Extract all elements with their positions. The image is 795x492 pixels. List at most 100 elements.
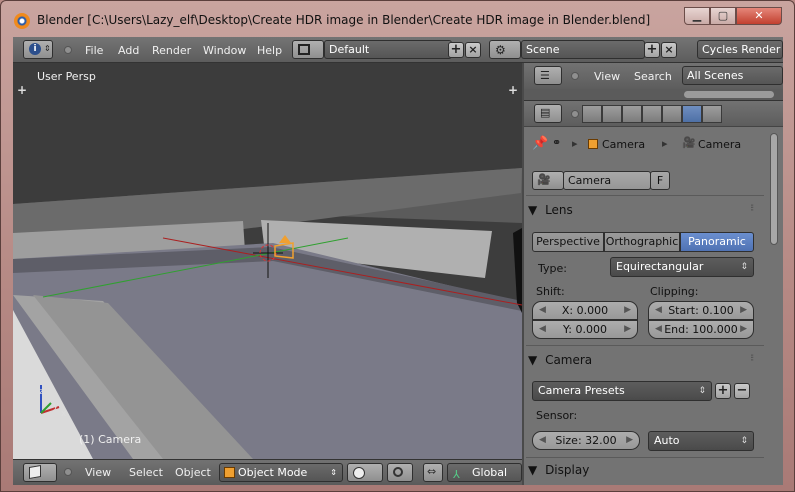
camera-presets-dropdown[interactable]: Camera Presets ⇕ — [532, 381, 712, 401]
outliner-scrollbar[interactable] — [684, 91, 774, 98]
panel-drag-handle[interactable]: ⁝⁝ — [750, 353, 755, 364]
object-mode-icon — [224, 467, 235, 478]
transform-orientation-dropdown[interactable]: ⅄ Global — [447, 463, 522, 482]
outliner-display-mode-dropdown[interactable]: All Scenes — [682, 66, 783, 85]
outliner-menu-view[interactable]: View — [594, 70, 620, 83]
menu-render[interactable]: Render — [152, 44, 191, 57]
camera-datablock-browse-button[interactable]: 🎥 — [532, 171, 564, 190]
manipulator-icon: ⇔ — [427, 465, 437, 478]
panel-drag-handle[interactable]: ⁝⁝ — [750, 203, 755, 214]
projection-orthographic[interactable]: Orthographic — [604, 232, 680, 252]
tab-object-icon[interactable] — [642, 105, 662, 123]
collapse-menu-icon[interactable] — [64, 46, 72, 54]
clip-end-value: End: 100.000 — [664, 323, 738, 336]
region-expand-right-icon[interactable]: + — [508, 83, 518, 97]
dropdown-arrows-icon: ⇕ — [330, 468, 337, 477]
decrement-arrow-icon[interactable]: ◀ — [539, 302, 546, 319]
display-panel-header[interactable]: ▼ Display — [528, 463, 758, 477]
decrement-arrow-icon[interactable]: ◀ — [655, 302, 662, 319]
menu-view[interactable]: View — [85, 466, 111, 479]
menu-select[interactable]: Select — [129, 466, 163, 479]
tab-world-icon[interactable] — [622, 105, 642, 123]
clip-start-value: Start: 0.100 — [668, 304, 734, 317]
pivot-point-button[interactable] — [387, 463, 413, 482]
maximize-button[interactable]: ▢ — [710, 7, 736, 25]
axis-z-label: z — [39, 387, 44, 397]
add-scene-icon[interactable]: + — [644, 42, 660, 58]
cube-icon — [29, 464, 41, 480]
projection-perspective[interactable]: Perspective — [532, 232, 604, 252]
dropdown-arrows-icon: ⇕ — [740, 436, 748, 446]
pin-icon[interactable]: 📌 — [532, 136, 548, 151]
manipulator-toggle-button[interactable]: ⇔ — [423, 463, 443, 482]
axes-icon: ⅄ — [453, 468, 460, 481]
editor-type-outliner-button[interactable]: ☰ — [534, 66, 562, 85]
tab-scene-icon[interactable] — [602, 105, 622, 123]
blender-client-area: i ⇕ File Add Render Window Help Default … — [13, 37, 783, 485]
increment-arrow-icon[interactable]: ▶ — [740, 321, 747, 338]
scene-field[interactable]: Scene — [521, 40, 645, 59]
menu-file[interactable]: File — [85, 44, 103, 57]
sensor-fit-dropdown[interactable]: Auto ⇕ — [648, 431, 754, 451]
increment-arrow-icon[interactable]: ▶ — [626, 432, 633, 449]
menu-object[interactable]: Object — [175, 466, 211, 479]
menu-help[interactable]: Help — [257, 44, 282, 57]
clip-end-field[interactable]: ◀ End: 100.000 ▶ — [648, 320, 754, 339]
decrement-arrow-icon[interactable]: ◀ — [539, 432, 546, 449]
shift-x-field[interactable]: ◀ X: 0.000 ▶ — [532, 301, 638, 320]
sensor-size-field[interactable]: ◀ Size: 32.00 ▶ — [532, 431, 640, 450]
increment-arrow-icon[interactable]: ▶ — [624, 302, 631, 319]
editor-type-properties-button[interactable]: ▤ — [534, 104, 562, 123]
lens-panel-header[interactable]: ▼ Lens — [528, 203, 758, 217]
increment-arrow-icon[interactable]: ▶ — [740, 302, 747, 319]
menu-add[interactable]: Add — [118, 44, 139, 57]
region-expand-left-icon[interactable]: + — [17, 83, 27, 97]
outliner-menu-search[interactable]: Search — [634, 70, 672, 83]
camera-panel-header[interactable]: ▼ Camera — [528, 353, 758, 367]
tab-constraints-icon[interactable] — [662, 105, 682, 123]
outliner-header: ☰ View Search All Scenes — [524, 63, 783, 89]
collapse-menu-icon[interactable] — [64, 468, 72, 476]
tab-camera-data-icon[interactable] — [682, 105, 702, 123]
decrement-arrow-icon[interactable]: ◀ — [655, 321, 662, 338]
tab-render-icon[interactable] — [582, 105, 602, 123]
section-divider — [526, 195, 764, 196]
close-button[interactable]: ✕ — [736, 7, 782, 25]
3d-viewport[interactable]: User Persp + + z x y (1) Camera — [13, 63, 522, 459]
minimize-button[interactable]: ▁ — [684, 7, 710, 25]
info-icon: i — [29, 43, 41, 55]
camera-datablock-name[interactable]: Camera — [563, 171, 651, 190]
remove-layout-icon[interactable]: × — [465, 42, 481, 58]
viewport-shading-button[interactable] — [347, 463, 383, 482]
remove-scene-icon[interactable]: × — [661, 42, 677, 58]
shift-x-value: X: 0.000 — [561, 304, 609, 317]
interaction-mode-dropdown[interactable]: Object Mode ⇕ — [219, 463, 343, 482]
tab-modifiers-icon[interactable] — [702, 105, 722, 123]
collapse-menu-icon[interactable] — [571, 72, 579, 80]
screen-layout-browse-button[interactable] — [292, 40, 324, 59]
remove-preset-icon[interactable]: − — [734, 383, 750, 399]
dropdown-arrows-icon: ⇕ — [740, 262, 748, 272]
camera-heading: Camera — [545, 353, 593, 367]
panorama-type-dropdown[interactable]: Equirectangular ⇕ — [610, 257, 754, 277]
screen-layout-field[interactable]: Default — [324, 40, 452, 59]
fake-user-button[interactable]: F — [650, 171, 670, 190]
outliner: ☰ View Search All Scenes — [524, 63, 783, 101]
editor-type-info-button[interactable]: i ⇕ — [23, 40, 53, 59]
scene-icon: ⚙ — [495, 43, 506, 57]
render-engine-dropdown[interactable]: Cycles Render — [697, 40, 783, 59]
collapse-menu-icon[interactable] — [571, 110, 579, 118]
editor-type-3dview-button[interactable] — [23, 463, 57, 482]
add-preset-icon[interactable]: + — [715, 383, 731, 399]
add-layout-icon[interactable]: + — [448, 42, 464, 58]
scene-browse-button[interactable]: ⚙ — [489, 40, 521, 59]
title-bar[interactable]: Blender [C:\Users\Lazy_elf\Desktop\Creat… — [1, 1, 794, 37]
projection-panoramic[interactable]: Panoramic — [680, 232, 754, 252]
properties-scrollbar[interactable] — [770, 133, 778, 245]
menu-window[interactable]: Window — [203, 44, 246, 57]
clip-start-field[interactable]: ◀ Start: 0.100 ▶ — [648, 301, 754, 320]
decrement-arrow-icon[interactable]: ◀ — [539, 321, 546, 338]
increment-arrow-icon[interactable]: ▶ — [624, 321, 631, 338]
properties-header: ▤ — [524, 101, 783, 127]
shift-y-field[interactable]: ◀ Y: 0.000 ▶ — [532, 320, 638, 339]
